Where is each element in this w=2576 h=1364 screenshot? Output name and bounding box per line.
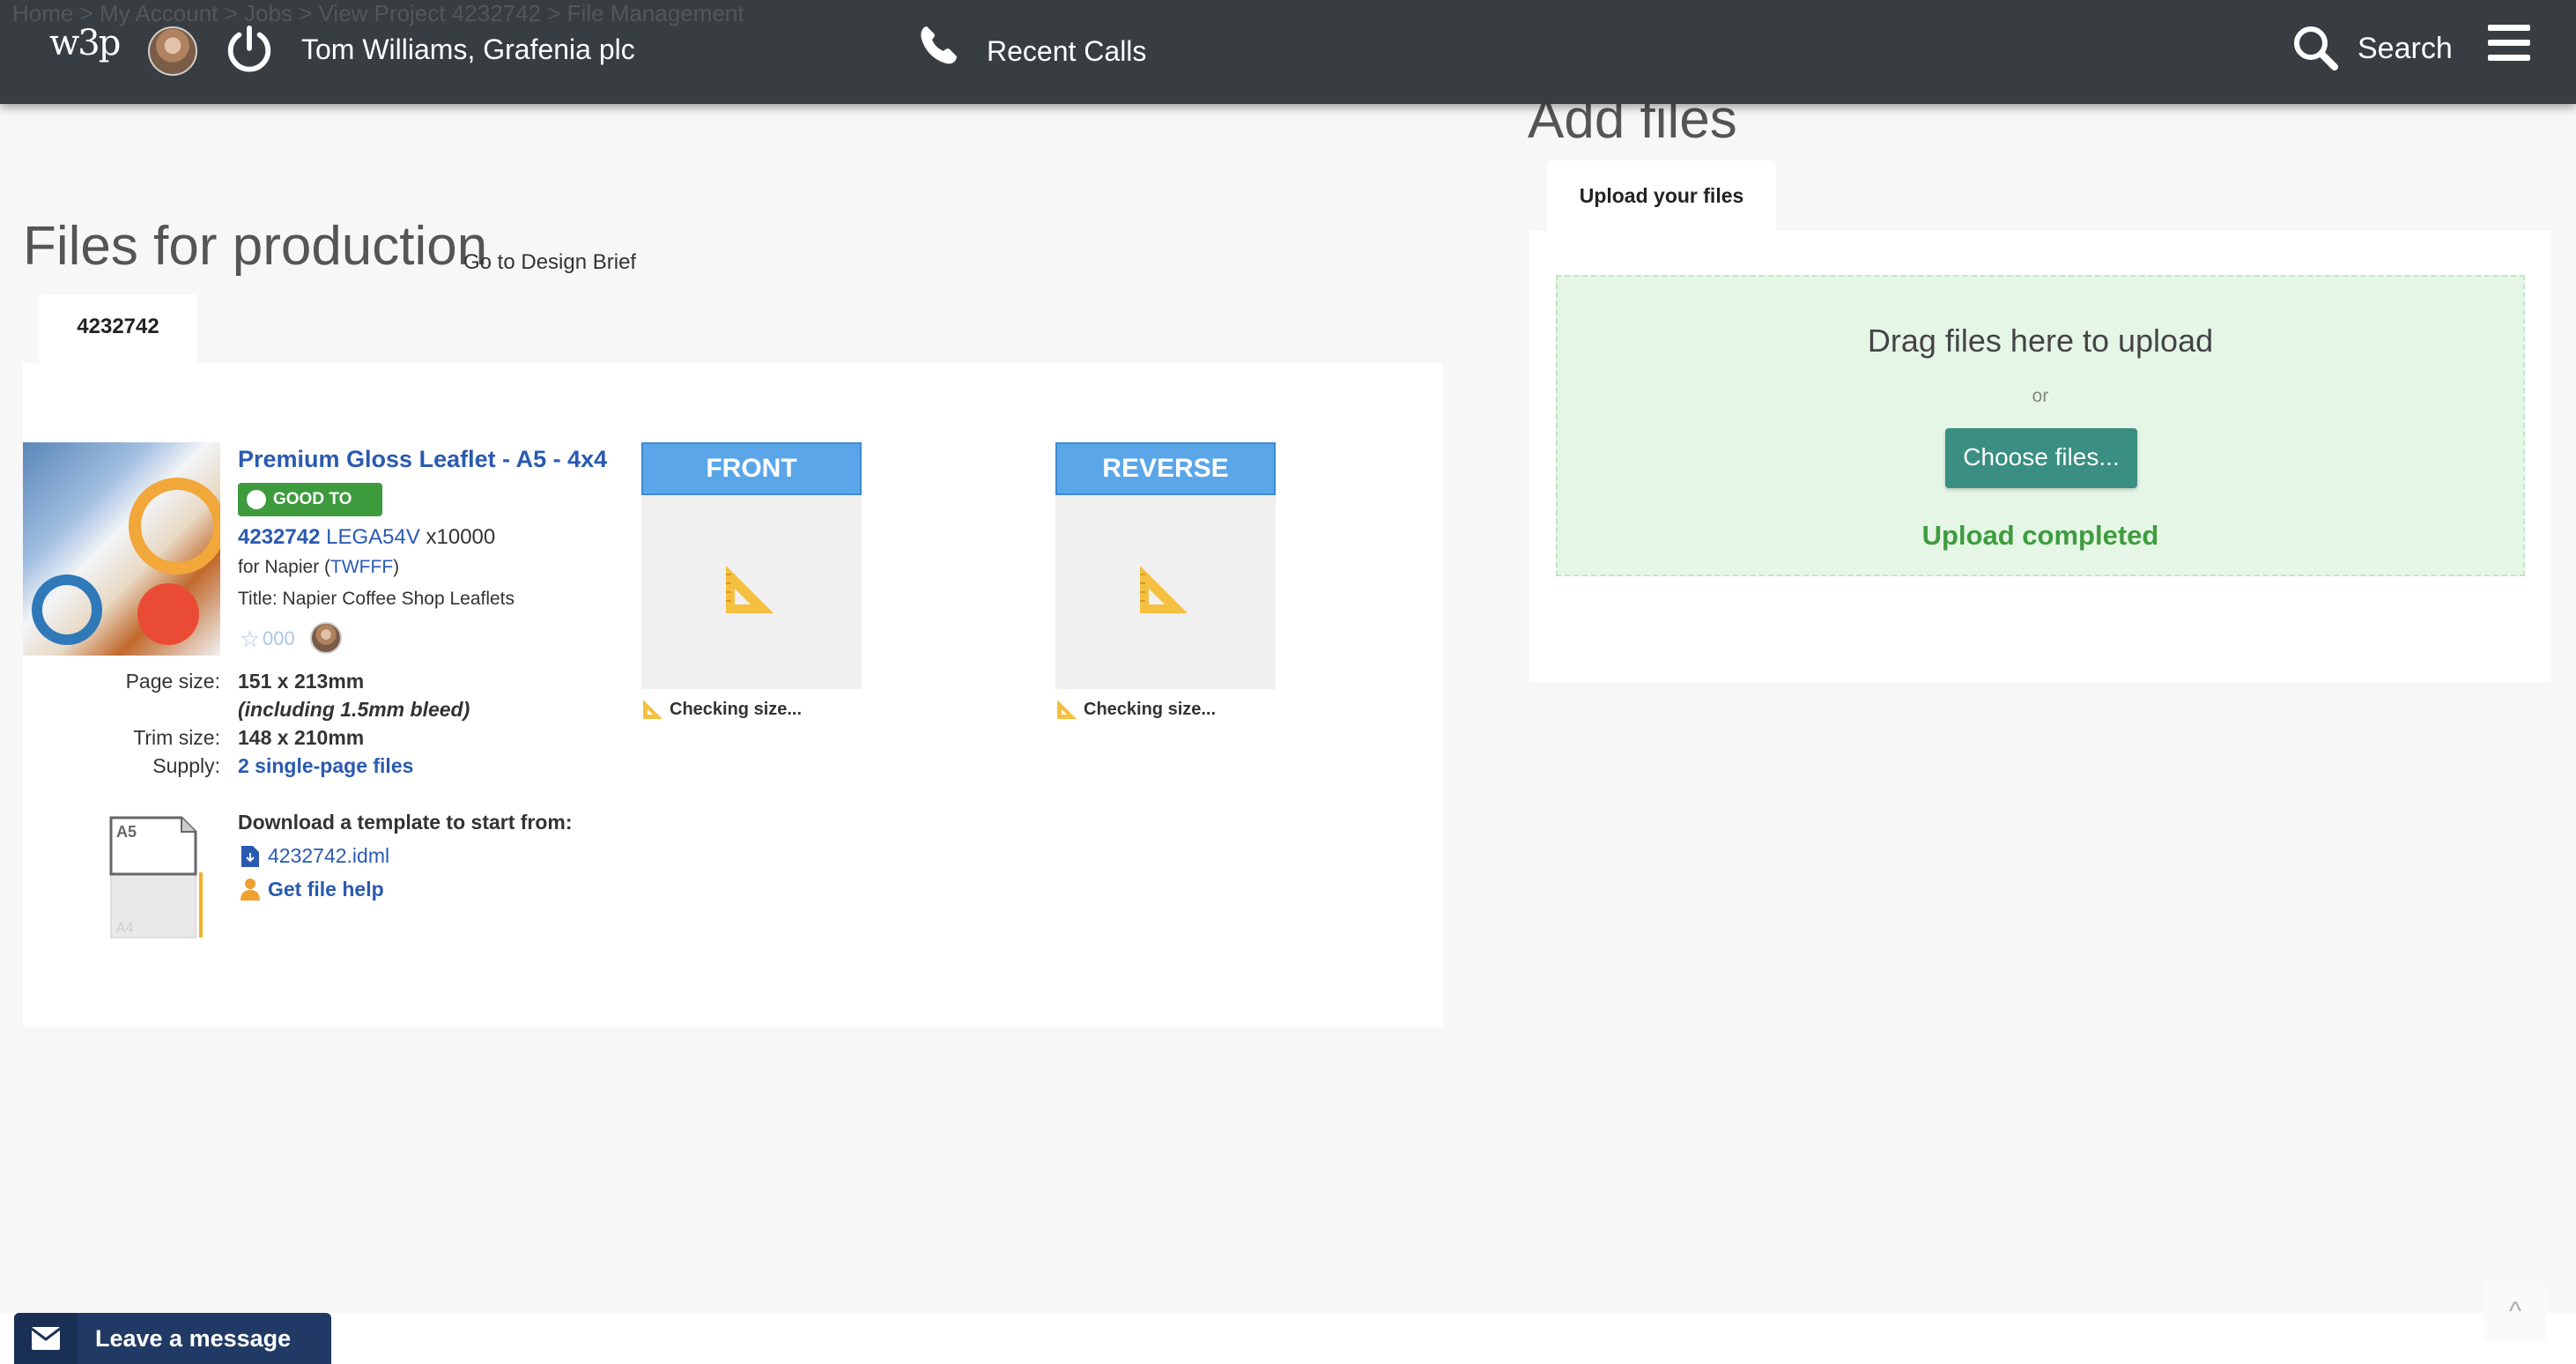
or-text: or — [2032, 386, 2049, 406]
recent-calls-link[interactable]: Recent Calls — [987, 35, 1146, 68]
order-id-link[interactable]: 4232742 — [238, 525, 320, 549]
template-a4-label: A4 — [116, 921, 134, 936]
template-a5-label: A5 — [116, 823, 137, 841]
ruler-icon — [1140, 566, 1188, 613]
ruler-icon — [1057, 700, 1077, 719]
job-title: Title: Napier Coffee Shop Leaflets — [238, 589, 515, 609]
star-icon[interactable]: ☆ — [240, 626, 260, 653]
leave-message-label: Leave a message — [95, 1325, 292, 1352]
user-avatar[interactable] — [148, 26, 197, 76]
page-size-value: 151 x 213mm — [238, 670, 365, 693]
upload-dropzone[interactable]: Drag files here to upload or Choose file… — [1556, 275, 2525, 576]
search-icon[interactable] — [2291, 23, 2340, 72]
reverse-upload-slot[interactable]: REVERSE — [1055, 442, 1276, 689]
trim-size-label: Trim size: — [133, 726, 220, 749]
assignee-avatar[interactable] — [310, 622, 342, 654]
help-person-icon[interactable] — [240, 878, 261, 901]
get-file-help-link[interactable]: Get file help — [268, 878, 384, 901]
upload-status: Upload completed — [1921, 520, 2159, 551]
supply-link[interactable]: 2 single-page files — [238, 754, 413, 778]
page-size-label: Page size: — [125, 670, 220, 693]
product-name-link[interactable]: Premium Gloss Leaflet - A5 - 4x4 — [238, 446, 607, 473]
leave-message-button[interactable]: Leave a message — [14, 1313, 331, 1364]
design-brief-link[interactable]: Go to Design Brief — [463, 250, 636, 275]
rating-value: 000 — [263, 627, 295, 649]
search-label[interactable]: Search — [2358, 32, 2453, 66]
files-for-production-title: Files for production — [23, 216, 488, 277]
menu-icon[interactable] — [2488, 25, 2530, 65]
front-upload-slot[interactable]: FRONT — [641, 442, 862, 689]
reverse-status: Checking size... — [1084, 700, 1217, 719]
bottom-bar — [0, 1313, 2576, 1364]
template-page-icon: A5 A4 — [109, 816, 203, 938]
reverse-label: REVERSE — [1055, 442, 1276, 495]
breadcrumb[interactable]: Home > My Account > Jobs > View Project … — [12, 0, 744, 27]
front-status: Checking size... — [670, 700, 803, 719]
ruler-icon — [726, 566, 774, 613]
supply-label: Supply: — [152, 754, 220, 777]
order-line: 4232742 LEGA54V x10000 — [238, 525, 495, 550]
front-label: FRONT — [641, 442, 862, 495]
tab-upload-your-files[interactable]: Upload your files — [1547, 160, 1776, 233]
drag-files-text: Drag files here to upload — [1867, 322, 2214, 359]
power-icon[interactable] — [224, 23, 275, 74]
trim-size-value: 148 x 210mm — [238, 726, 365, 749]
product-thumbnail[interactable] — [23, 442, 220, 656]
scroll-to-top-button[interactable]: ^ — [2484, 1281, 2546, 1343]
status-badge: GOOD TO GO — [238, 483, 382, 542]
ruler-icon — [643, 700, 663, 719]
envelope-icon — [32, 1327, 60, 1350]
user-name[interactable]: Tom Williams, Grafenia plc — [301, 33, 635, 66]
w3p-logo[interactable]: w3p — [49, 23, 121, 63]
bleed-note: (including 1.5mm bleed) — [238, 698, 470, 721]
client-code-link[interactable]: TWFFF — [330, 557, 393, 577]
file-download-icon[interactable] — [241, 846, 259, 867]
phone-icon[interactable] — [916, 23, 960, 67]
choose-files-button[interactable]: Choose files... — [1945, 428, 2137, 488]
client-line: for Napier (TWFFF) — [238, 557, 400, 577]
download-template-title: Download a template to start from: — [238, 811, 573, 834]
sku-link[interactable]: LEGA54V — [326, 525, 420, 549]
tab-job-4232742[interactable]: 4232742 — [39, 294, 197, 365]
idml-template-link[interactable]: 4232742.idml — [268, 844, 389, 868]
top-header: Home > My Account > Jobs > View Project … — [0, 0, 2576, 104]
quantity: x10000 — [426, 525, 496, 549]
